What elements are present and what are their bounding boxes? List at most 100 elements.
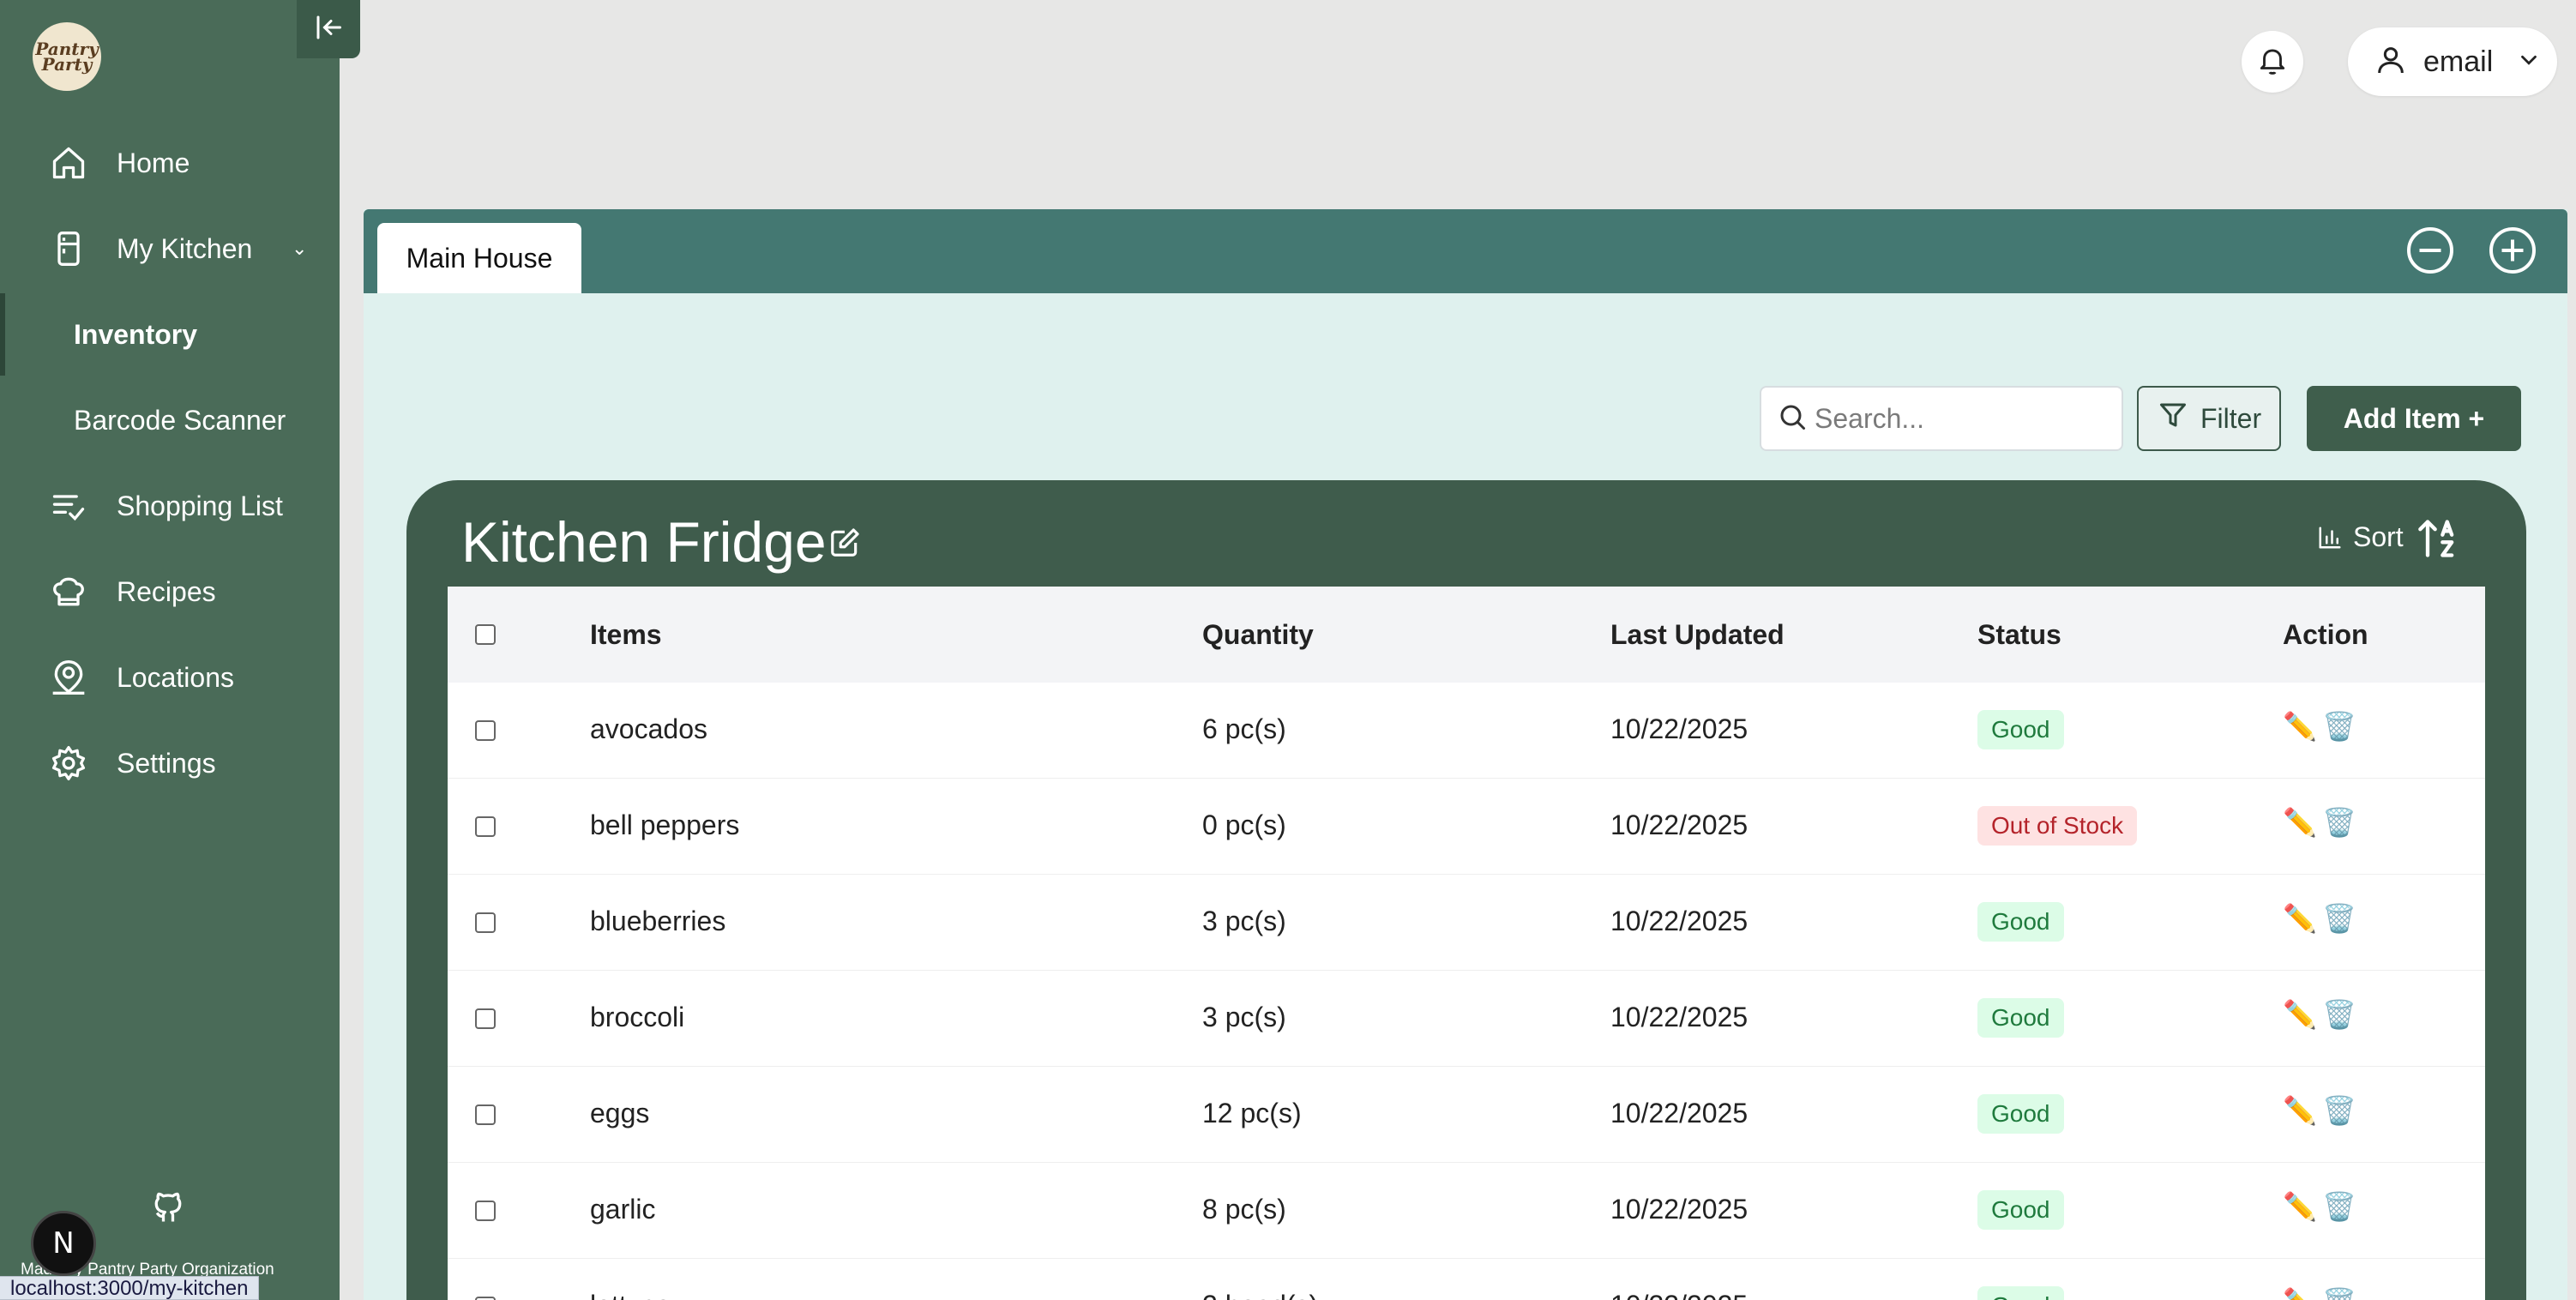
- edit-title-icon[interactable]: [828, 527, 861, 563]
- edit-pencil-icon[interactable]: ✏️: [2283, 998, 2317, 1031]
- chevron-down-icon[interactable]: ⌄: [292, 238, 307, 260]
- edit-pencil-icon[interactable]: ✏️: [2283, 1286, 2317, 1300]
- user-icon: [2374, 43, 2408, 81]
- sidebar-item-barcode-scanner[interactable]: Barcode Scanner: [0, 379, 340, 461]
- select-all-checkbox[interactable]: [475, 624, 496, 645]
- status-bar-url: localhost:3000/my-kitchen: [0, 1276, 260, 1300]
- edit-pencil-icon[interactable]: ✏️: [2283, 902, 2317, 935]
- list-check-icon: [48, 485, 89, 527]
- search-input[interactable]: [1815, 393, 2106, 444]
- trash-icon[interactable]: 🗑️: [2322, 1094, 2356, 1127]
- bell-icon: [2256, 44, 2289, 81]
- status-badge: Good: [1977, 998, 2064, 1038]
- column-header-status[interactable]: Status: [1977, 619, 2061, 651]
- row-checkbox[interactable]: [475, 1297, 496, 1300]
- table-row: eggs 12 pc(s) 10/22/2025 Good ✏️ 🗑️: [448, 1067, 2485, 1163]
- item-quantity: 2 head(s): [1202, 1290, 1318, 1300]
- item-quantity: 8 pc(s): [1202, 1194, 1286, 1225]
- item-last-updated: 10/22/2025: [1610, 1002, 1748, 1032]
- pantry-party-logo[interactable]: Pantry Party: [33, 22, 101, 91]
- main-panel: Main House Filter Add Item + Kitchen Fri…: [364, 209, 2567, 1300]
- filter-label: Filter: [2200, 402, 2262, 434]
- edit-pencil-icon[interactable]: ✏️: [2283, 806, 2317, 839]
- status-badge: Out of Stock: [1977, 806, 2138, 846]
- item-last-updated: 10/22/2025: [1610, 906, 1748, 936]
- remove-location-button[interactable]: [2404, 226, 2456, 278]
- sidebar-item-label: My Kitchen: [117, 232, 253, 264]
- search-field[interactable]: [1760, 386, 2123, 451]
- status-badge: Good: [1977, 1190, 2064, 1230]
- status-badge: Good: [1977, 710, 2064, 749]
- search-icon: [1777, 401, 1808, 436]
- item-quantity: 3 pc(s): [1202, 906, 1286, 936]
- item-last-updated: 10/22/2025: [1610, 1290, 1748, 1300]
- row-checkbox[interactable]: [475, 720, 496, 741]
- item-last-updated: 10/22/2025: [1610, 1194, 1748, 1225]
- row-checkbox[interactable]: [475, 912, 496, 933]
- item-last-updated: 10/22/2025: [1610, 1098, 1748, 1128]
- tab-main-house[interactable]: Main House: [377, 223, 581, 293]
- collapse-sidebar-button[interactable]: [297, 0, 360, 58]
- user-label: email: [2423, 45, 2494, 78]
- sidebar-item-shopping-list[interactable]: Shopping List: [0, 465, 340, 547]
- filter-button[interactable]: Filter: [2137, 386, 2281, 451]
- github-icon[interactable]: [149, 1187, 187, 1228]
- inventory-table: Items Quantity Last Updated Status Actio…: [448, 587, 2485, 1300]
- row-checkbox[interactable]: [475, 1008, 496, 1029]
- collapse-left-icon: [313, 12, 344, 47]
- row-checkbox[interactable]: [475, 1201, 496, 1221]
- nextjs-dev-badge[interactable]: N: [31, 1211, 96, 1276]
- sidebar-item-inventory[interactable]: Inventory: [0, 293, 340, 376]
- add-location-button[interactable]: [2487, 226, 2538, 278]
- bar-chart-icon: [2317, 525, 2343, 557]
- sidebar-item-home[interactable]: Home: [0, 122, 340, 204]
- edit-pencil-icon[interactable]: ✏️: [2283, 1190, 2317, 1223]
- column-header-quantity[interactable]: Quantity: [1202, 619, 1314, 651]
- location-tab-bar: Main House: [364, 209, 2567, 293]
- table-row: garlic 8 pc(s) 10/22/2025 Good ✏️ 🗑️: [448, 1163, 2485, 1259]
- chevron-down-icon: [2516, 47, 2542, 77]
- sidebar-item-locations[interactable]: Locations: [0, 636, 340, 719]
- table-row: blueberries 3 pc(s) 10/22/2025 Good ✏️ 🗑️: [448, 875, 2485, 971]
- fridge-icon: [48, 228, 89, 269]
- sidebar-item-my-kitchen[interactable]: My Kitchen ⌄: [0, 208, 340, 290]
- column-header-action: Action: [2283, 619, 2368, 650]
- notifications-button[interactable]: [2242, 31, 2303, 93]
- item-name: avocados: [590, 713, 707, 744]
- column-header-items[interactable]: Items: [590, 619, 662, 651]
- add-item-button[interactable]: Add Item +: [2307, 386, 2521, 451]
- edit-pencil-icon[interactable]: ✏️: [2283, 1094, 2317, 1127]
- table-row: bell peppers 0 pc(s) 10/22/2025 Out of Stoc…: [448, 779, 2485, 875]
- sidebar-item-recipes[interactable]: Recipes: [0, 551, 340, 633]
- chef-hat-icon: [48, 571, 89, 612]
- home-icon: [48, 142, 89, 184]
- sort-az-icon[interactable]: [2417, 516, 2461, 568]
- item-name: eggs: [590, 1098, 650, 1128]
- sidebar-item-label: Inventory: [74, 318, 198, 350]
- trash-icon[interactable]: 🗑️: [2322, 710, 2356, 743]
- column-header-last-updated[interactable]: Last Updated: [1610, 619, 1785, 651]
- item-quantity: 12 pc(s): [1202, 1098, 1302, 1128]
- item-quantity: 6 pc(s): [1202, 713, 1286, 744]
- user-menu-button[interactable]: email: [2348, 27, 2557, 96]
- item-name: bell peppers: [590, 809, 740, 840]
- row-checkbox[interactable]: [475, 816, 496, 837]
- trash-icon[interactable]: 🗑️: [2322, 806, 2356, 839]
- trash-icon[interactable]: 🗑️: [2322, 1286, 2356, 1300]
- plus-circle-icon: [2487, 225, 2538, 280]
- sidebar-item-settings[interactable]: Settings: [0, 722, 340, 804]
- row-checkbox[interactable]: [475, 1104, 496, 1125]
- table-header: Items Quantity Last Updated Status Actio…: [448, 587, 2485, 683]
- trash-icon[interactable]: 🗑️: [2322, 902, 2356, 935]
- item-name: lettuce: [590, 1290, 671, 1300]
- sort-label: Sort: [2353, 521, 2404, 552]
- trash-icon[interactable]: 🗑️: [2322, 998, 2356, 1031]
- minus-circle-icon: [2404, 225, 2456, 280]
- edit-pencil-icon[interactable]: ✏️: [2283, 710, 2317, 743]
- status-badge: Good: [1977, 902, 2064, 942]
- trash-icon[interactable]: 🗑️: [2322, 1190, 2356, 1223]
- filter-icon: [2158, 400, 2188, 437]
- gear-icon: [48, 743, 89, 784]
- table-row: avocados 6 pc(s) 10/22/2025 Good ✏️ 🗑️: [448, 683, 2485, 779]
- table-row: broccoli 3 pc(s) 10/22/2025 Good ✏️ 🗑️: [448, 971, 2485, 1067]
